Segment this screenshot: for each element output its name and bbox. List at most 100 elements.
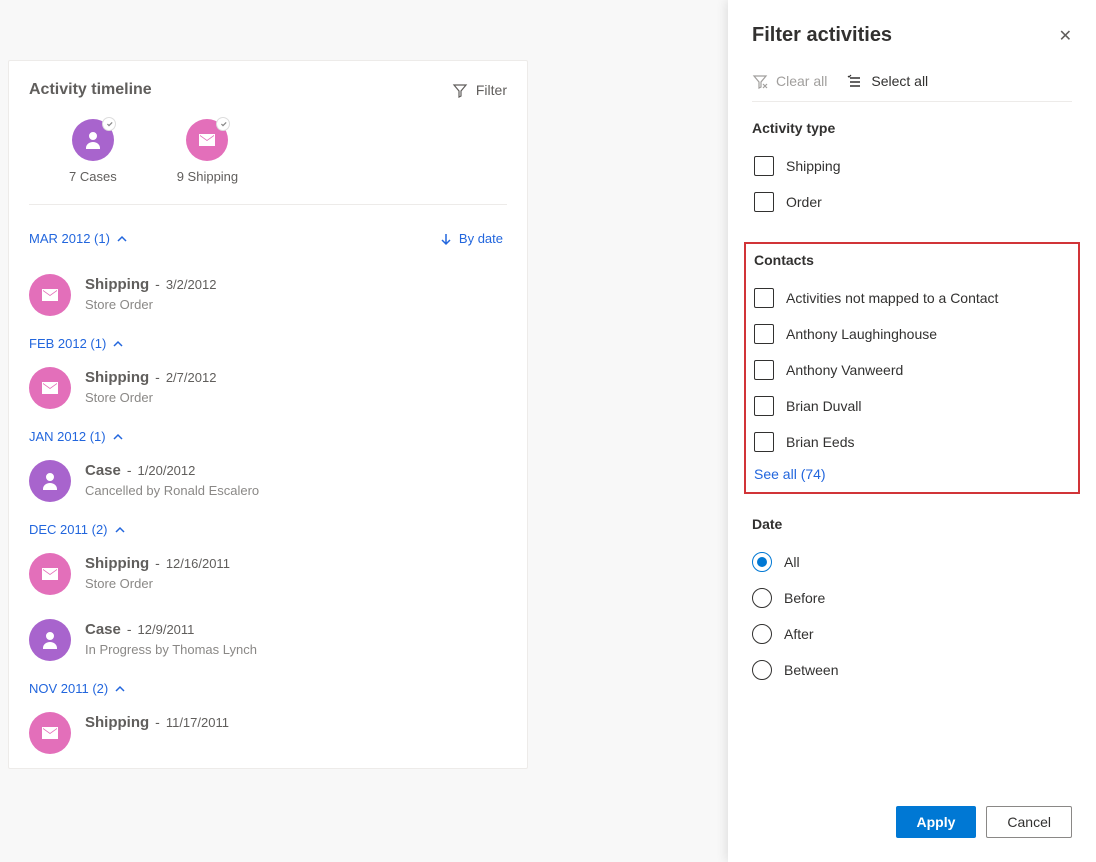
mail-icon (29, 553, 71, 595)
select-all-label: Select all (871, 73, 928, 89)
date-option[interactable]: After (752, 616, 1072, 652)
see-all-link[interactable]: See all (74) (754, 466, 826, 482)
month-header[interactable]: NOV 2011 (2) (29, 681, 126, 696)
panel-header: Filter activities ✕ (728, 0, 1096, 63)
summary-row: 7 Cases 9 Shipping (29, 119, 507, 205)
sort-row: MAR 2012 (1) By date (29, 225, 507, 252)
select-all-icon (847, 73, 863, 89)
timeline-item[interactable]: Shipping - 12/16/2011 Store Order (29, 543, 507, 609)
sort-by-date[interactable]: By date (439, 231, 503, 246)
summary-label: 9 Shipping (177, 169, 238, 184)
timeline-item[interactable]: Shipping - 2/7/2012 Store Order (29, 357, 507, 423)
activity-type-option[interactable]: Order (752, 184, 1072, 220)
checkbox[interactable] (754, 192, 774, 212)
item-title-row: Shipping - 2/7/2012 (85, 369, 216, 386)
date-title: Date (752, 516, 1072, 532)
check-badge-icon (216, 117, 230, 131)
item-body: Shipping - 3/2/2012 Store Order (85, 274, 216, 316)
timeline-item[interactable]: Case - 1/20/2012 Cancelled by Ronald Esc… (29, 450, 507, 516)
contact-option[interactable]: Anthony Vanweerd (752, 352, 1072, 388)
mail-icon (29, 274, 71, 316)
item-subtitle: Store Order (85, 297, 216, 312)
filter-button[interactable]: Filter (452, 82, 507, 98)
activity-timeline-card: Activity timeline Filter 7 Cases 9 Shipp… (8, 60, 528, 769)
timeline-item[interactable]: Shipping - 3/2/2012 Store Order (29, 264, 507, 330)
mail-icon (29, 367, 71, 409)
filter-panel: Filter activities ✕ Clear all Select all… (728, 0, 1096, 862)
apply-button[interactable]: Apply (896, 806, 977, 838)
timeline-item[interactable]: Shipping - 11/17/2011 (29, 702, 507, 768)
date-option[interactable]: All (752, 544, 1072, 580)
radio[interactable] (752, 552, 772, 572)
month-header[interactable]: MAR 2012 (1) (29, 231, 128, 246)
panel-footer: Apply Cancel (728, 790, 1096, 862)
chevron-up-icon (112, 338, 124, 350)
contact-option[interactable]: Brian Eeds (752, 424, 1072, 460)
activity-type-option[interactable]: Shipping (752, 148, 1072, 184)
item-date: 12/9/2011 (138, 622, 195, 637)
item-subtitle: Store Order (85, 390, 216, 405)
arrow-down-icon (439, 232, 453, 246)
timeline-item[interactable]: Case - 12/9/2011 In Progress by Thomas L… (29, 609, 507, 675)
item-type: Shipping (85, 555, 149, 572)
person-icon (29, 460, 71, 502)
item-date: 1/20/2012 (138, 463, 196, 478)
radio[interactable] (752, 624, 772, 644)
item-body: Case - 12/9/2011 In Progress by Thomas L… (85, 619, 257, 661)
month-header[interactable]: JAN 2012 (1) (29, 429, 124, 444)
option-label: After (784, 626, 814, 642)
item-type: Case (85, 621, 121, 638)
item-type: Shipping (85, 276, 149, 293)
option-label: Before (784, 590, 825, 606)
contact-option[interactable]: Anthony Laughinghouse (752, 316, 1072, 352)
mail-icon (29, 712, 71, 754)
month-header[interactable]: DEC 2011 (2) (29, 522, 126, 537)
item-subtitle: In Progress by Thomas Lynch (85, 642, 257, 657)
item-body: Shipping - 12/16/2011 Store Order (85, 553, 230, 595)
checkbox[interactable] (754, 432, 774, 452)
contact-option[interactable]: Brian Duvall (752, 388, 1072, 424)
person-icon (29, 619, 71, 661)
item-title-row: Case - 1/20/2012 (85, 462, 259, 479)
checkbox[interactable] (754, 396, 774, 416)
cancel-button[interactable]: Cancel (986, 806, 1072, 838)
item-type: Shipping (85, 369, 149, 386)
card-title: Activity timeline (29, 81, 152, 99)
option-label: Between (784, 662, 838, 678)
item-title-row: Case - 12/9/2011 (85, 621, 257, 638)
item-date: 2/7/2012 (166, 370, 217, 385)
option-label: All (784, 554, 800, 570)
activity-type-section: Activity type Shipping Order (752, 120, 1072, 220)
person-icon (72, 119, 114, 161)
item-subtitle: Cancelled by Ronald Escalero (85, 483, 259, 498)
checkbox[interactable] (754, 156, 774, 176)
checkbox[interactable] (754, 288, 774, 308)
chevron-up-icon (114, 683, 126, 695)
action-row: Clear all Select all (752, 63, 1072, 102)
date-option[interactable]: Between (752, 652, 1072, 688)
sort-label: By date (459, 231, 503, 246)
radio[interactable] (752, 660, 772, 680)
panel-title: Filter activities (752, 24, 892, 47)
activity-type-title: Activity type (752, 120, 1072, 136)
select-all-button[interactable]: Select all (847, 73, 928, 89)
contacts-section: Contacts Activities not mapped to a Cont… (744, 242, 1080, 494)
summary-item[interactable]: 9 Shipping (177, 119, 238, 184)
clear-all-button[interactable]: Clear all (752, 73, 827, 89)
date-option[interactable]: Before (752, 580, 1072, 616)
checkbox[interactable] (754, 324, 774, 344)
panel-body: Clear all Select all Activity type Shipp… (728, 63, 1096, 790)
month-header[interactable]: FEB 2012 (1) (29, 336, 124, 351)
contact-option[interactable]: Activities not mapped to a Contact (752, 280, 1072, 316)
check-badge-icon (102, 117, 116, 131)
summary-label: 7 Cases (69, 169, 117, 184)
summary-item[interactable]: 7 Cases (69, 119, 117, 184)
item-subtitle: Store Order (85, 576, 230, 591)
timeline-groups: Shipping - 3/2/2012 Store Order FEB 2012… (29, 264, 507, 768)
radio[interactable] (752, 588, 772, 608)
checkbox[interactable] (754, 360, 774, 380)
item-body: Case - 1/20/2012 Cancelled by Ronald Esc… (85, 460, 259, 502)
option-label: Brian Eeds (786, 434, 854, 450)
close-button[interactable]: ✕ (1059, 26, 1072, 46)
item-date: 11/17/2011 (166, 715, 229, 730)
